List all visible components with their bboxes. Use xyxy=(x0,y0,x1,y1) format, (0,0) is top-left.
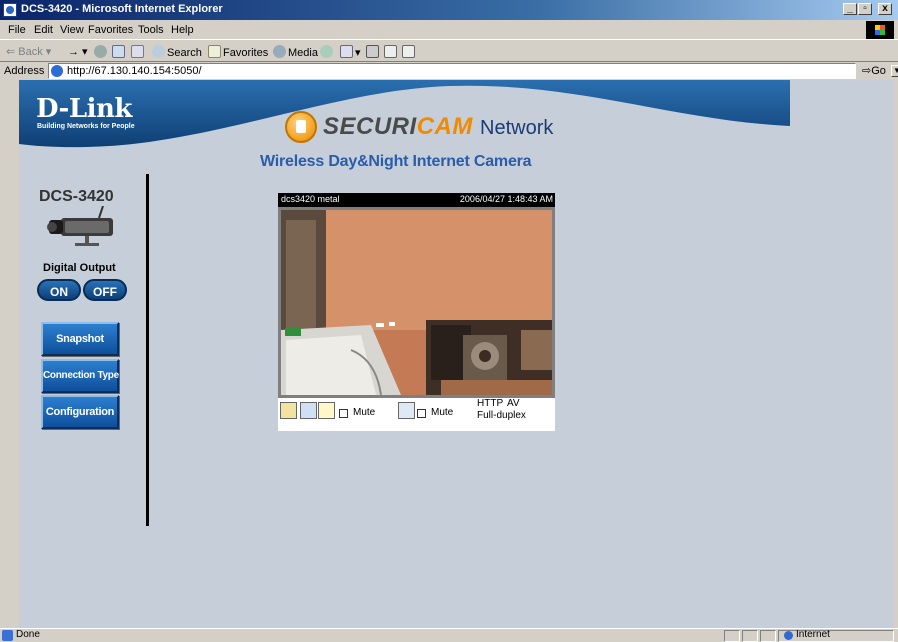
refresh-icon xyxy=(112,45,125,58)
search-icon xyxy=(152,45,165,58)
go-arrow-icon: ⇨ xyxy=(862,65,872,77)
page-done-icon xyxy=(2,630,13,641)
menu-edit[interactable]: Edit xyxy=(34,24,53,36)
discuss-icon xyxy=(402,45,415,58)
video-viewer: dcs3420 metal 2006/04/27 1:48:43 AM Mute… xyxy=(278,193,555,431)
address-input[interactable]: http://67.130.140.154:5050/ ▼ xyxy=(48,63,898,79)
search-button[interactable]: Search xyxy=(152,45,202,59)
page-content: D-Link Building Networks for People SECU… xyxy=(19,80,894,628)
status-bar: Done Internet xyxy=(0,628,898,642)
protocol-label: HTTP xyxy=(477,398,504,409)
listen-icon[interactable] xyxy=(300,402,317,419)
browser-toolbar: ⇐ Back ▾ → ▾ Search Favorites Media ▾ xyxy=(0,41,898,62)
connection-type-button[interactable]: Connection Type xyxy=(41,359,119,393)
dlink-tagline: Building Networks for People xyxy=(37,123,135,130)
home-button[interactable] xyxy=(131,45,146,59)
camera-name: dcs3420 metal xyxy=(281,194,340,204)
address-dropdown-button[interactable]: ▼ xyxy=(891,65,898,77)
vertical-divider xyxy=(146,174,149,526)
back-arrow-icon: ⇐ xyxy=(6,46,19,58)
duplex-label: Full-duplex xyxy=(477,410,526,421)
windows-logo-icon xyxy=(866,21,894,39)
camera-product-icon xyxy=(47,206,113,246)
stop-button[interactable] xyxy=(94,45,109,59)
microphone-mute-checkbox[interactable] xyxy=(417,409,426,418)
page-icon xyxy=(51,65,63,77)
status-panel xyxy=(760,630,776,642)
print-button[interactable] xyxy=(366,45,381,59)
digital-output-on-button[interactable]: ON xyxy=(37,279,81,301)
stop-icon xyxy=(94,45,107,58)
left-panel: DCS-3420 Digital Output ON OFF Snapshot … xyxy=(19,176,149,628)
microphone-icon[interactable] xyxy=(398,402,415,419)
menu-favorites[interactable]: Favorites xyxy=(88,24,133,36)
refresh-button[interactable] xyxy=(112,45,127,59)
speaker-icon[interactable] xyxy=(318,402,335,419)
favorites-button[interactable]: Favorites xyxy=(208,45,268,59)
window-title: DCS-3420 - Microsoft Internet Explorer xyxy=(21,3,223,15)
edit-button[interactable] xyxy=(384,45,399,59)
favorites-icon xyxy=(208,45,221,58)
status-panel xyxy=(742,630,758,642)
snapshot-button[interactable]: Snapshot xyxy=(41,322,119,356)
print-icon xyxy=(366,45,379,58)
address-bar: Address http://67.130.140.154:5050/ ▼ ⇨G… xyxy=(0,62,898,80)
video-image xyxy=(281,210,552,395)
live-video-frame[interactable] xyxy=(278,207,555,398)
dlink-logo[interactable]: D-Link xyxy=(36,94,132,124)
internet-zone-icon xyxy=(784,631,793,640)
close-button[interactable]: x xyxy=(878,3,892,15)
speaker-mute-label: Mute xyxy=(353,407,376,418)
microphone-mute-label: Mute xyxy=(431,407,454,418)
menu-bar: File Edit View Favorites Tools Help xyxy=(0,20,898,40)
forward-arrow-icon: → xyxy=(68,46,79,58)
back-button[interactable]: ⇐ Back ▾ xyxy=(6,45,51,58)
ie-app-icon[interactable] xyxy=(3,3,17,17)
status-panel xyxy=(724,630,740,642)
vertical-scrollbar[interactable] xyxy=(894,80,898,628)
media-icon xyxy=(273,45,286,58)
menu-tools[interactable]: Tools xyxy=(138,24,164,36)
zoom-icon[interactable] xyxy=(280,402,297,419)
digital-output-label: Digital Output xyxy=(43,262,116,274)
forward-button[interactable]: → ▾ xyxy=(68,45,88,58)
configuration-button[interactable]: Configuration xyxy=(41,395,119,429)
mail-icon xyxy=(340,45,353,58)
history-icon xyxy=(320,45,333,58)
speaker-mute-checkbox[interactable] xyxy=(339,409,348,418)
lock-icon xyxy=(285,111,317,143)
menu-help[interactable]: Help xyxy=(171,24,194,36)
securicam-brand: SECURICAM Network xyxy=(323,113,554,140)
page-subtitle: Wireless Day&Night Internet Camera xyxy=(260,153,532,170)
minimize-button[interactable]: _ xyxy=(843,3,857,15)
address-url: http://67.130.140.154:5050/ xyxy=(67,65,202,77)
status-text: Done xyxy=(16,629,40,640)
video-controls: Mute Mute HTTP AV Full-duplex xyxy=(278,398,555,431)
home-icon xyxy=(131,45,144,58)
security-zone-text: Internet xyxy=(796,629,830,640)
video-timestamp: 2006/04/27 1:48:43 AM xyxy=(459,194,553,204)
go-button[interactable]: ⇨Go xyxy=(862,64,886,77)
discuss-button[interactable] xyxy=(402,45,417,59)
maximize-button[interactable]: ▫ xyxy=(858,3,872,15)
address-label: Address xyxy=(4,65,45,77)
edit-icon xyxy=(384,45,397,58)
av-label: AV xyxy=(507,398,520,409)
window-title-bar: DCS-3420 - Microsoft Internet Explorer _… xyxy=(0,0,898,20)
media-button[interactable]: Media xyxy=(273,45,318,59)
history-button[interactable] xyxy=(320,45,335,59)
menu-file[interactable]: File xyxy=(8,24,26,36)
model-name: DCS-3420 xyxy=(39,188,114,205)
video-caption-bar: dcs3420 metal 2006/04/27 1:48:43 AM xyxy=(278,193,555,207)
menu-view[interactable]: View xyxy=(60,24,84,36)
mail-button[interactable]: ▾ xyxy=(340,45,361,59)
digital-output-off-button[interactable]: OFF xyxy=(83,279,127,301)
